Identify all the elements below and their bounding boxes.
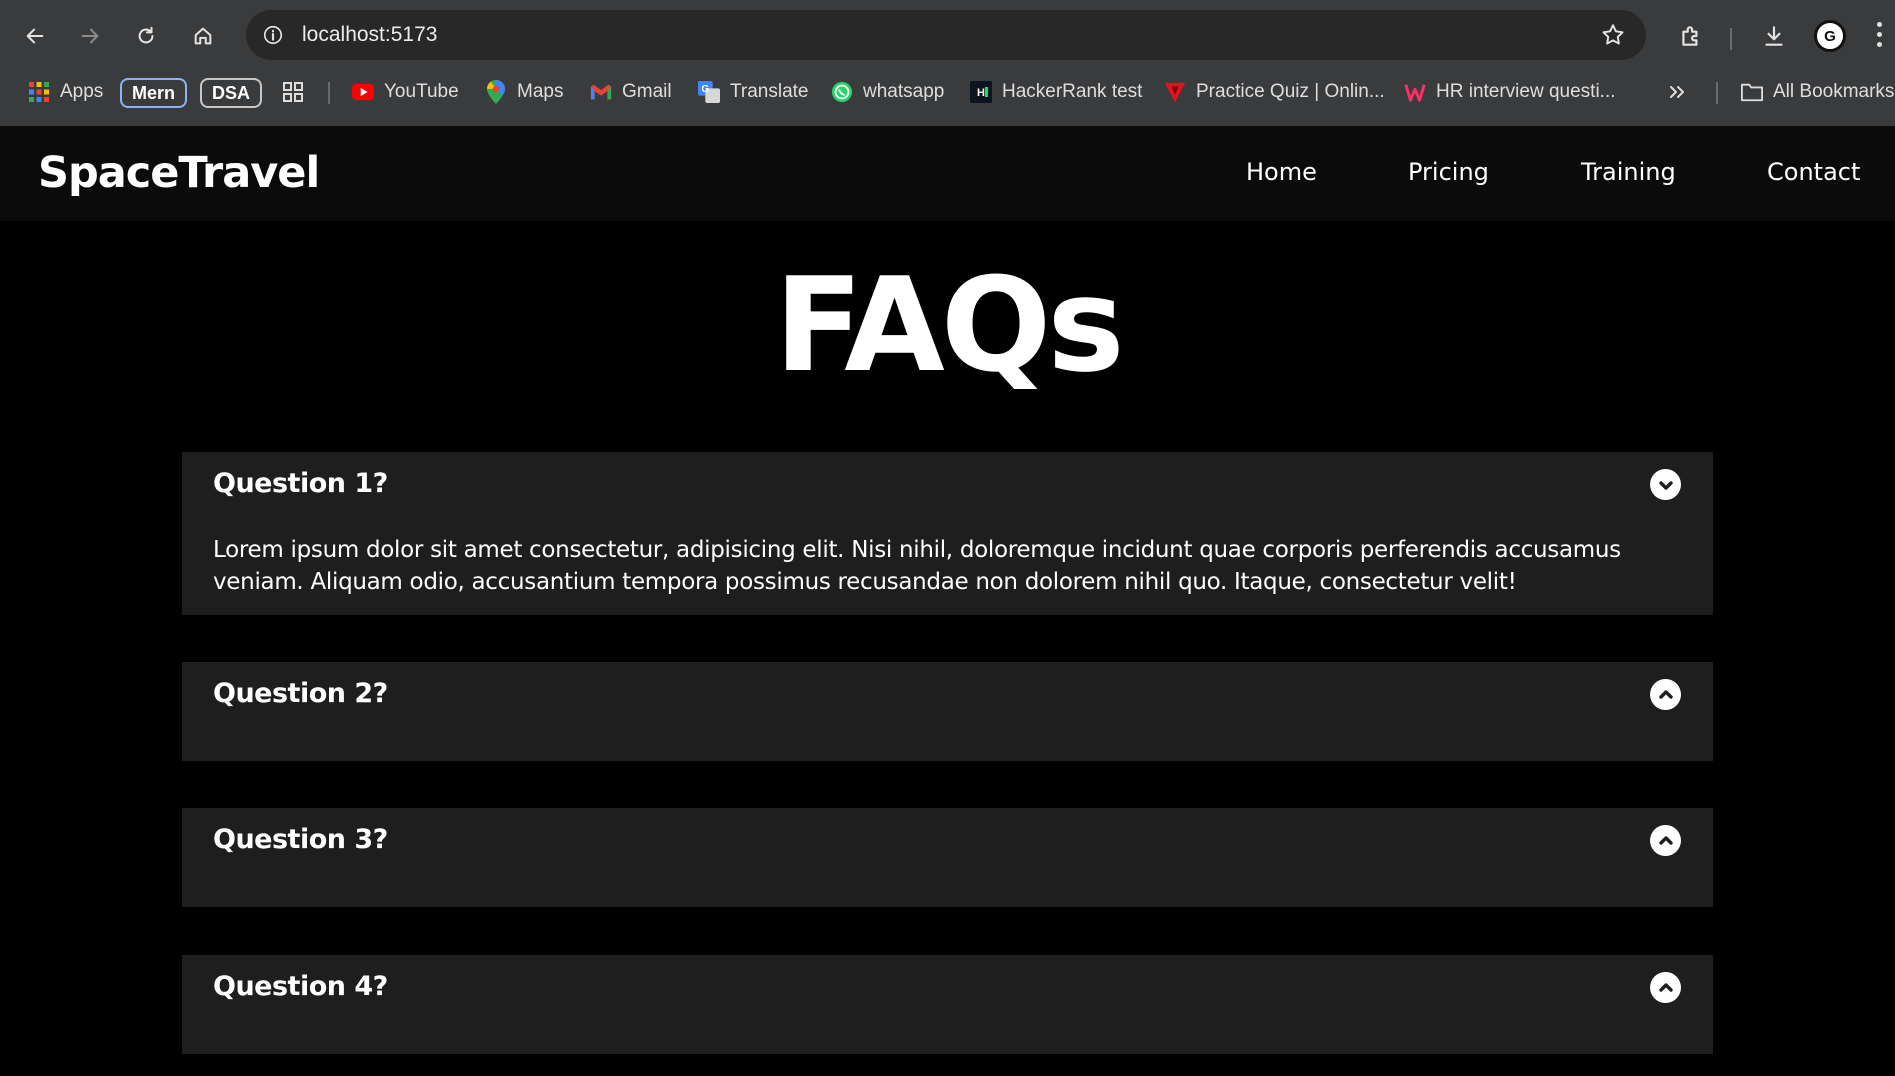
faq-question[interactable]: Question 1?	[213, 468, 388, 499]
nav-link-home[interactable]: Home	[1246, 158, 1317, 186]
brand-logo[interactable]: SpaceTravel	[38, 148, 320, 198]
chevron-up-icon[interactable]	[1650, 972, 1681, 1003]
toolbar-divider	[1730, 28, 1732, 50]
chevron-up-icon[interactable]	[1650, 679, 1681, 710]
bookmark-all-bookmarks-label: All Bookmarks	[1773, 81, 1895, 102]
download-icon[interactable]	[1758, 20, 1790, 52]
chevron-down-icon[interactable]	[1650, 469, 1681, 500]
bookmark-apps[interactable]: Apps	[28, 76, 103, 108]
chevron-up-icon[interactable]	[1650, 825, 1681, 856]
bookmark-hr-interview-label: HR interview questi...	[1436, 81, 1616, 102]
browser-menu-icon[interactable]	[1874, 22, 1884, 52]
faq-item-2[interactable]: Question 2?	[182, 662, 1713, 761]
arrow-left-icon	[26, 28, 44, 44]
arrow-right-icon	[81, 28, 99, 44]
bookmark-hackerrank[interactable]: H HackerRank test	[970, 76, 1142, 108]
page-title: FAQs	[774, 249, 1124, 401]
bookmark-folder-mern[interactable]: Mern	[120, 78, 188, 108]
faq-item-4[interactable]: Question 4?	[182, 955, 1713, 1054]
faq-question[interactable]: Question 3?	[213, 824, 388, 855]
tab-groups-icon[interactable]	[282, 76, 304, 108]
bookmark-whatsapp-label: whatsapp	[863, 81, 945, 102]
more-bookmarks-icon[interactable]	[1668, 76, 1686, 108]
bookmark-folder-dsa[interactable]: DSA	[200, 78, 263, 108]
bookmark-whatsapp[interactable]: whatsapp	[831, 76, 944, 108]
reload-button[interactable]	[128, 18, 164, 54]
bookmark-star-icon[interactable]	[1600, 22, 1626, 48]
bookmark-practice-quiz[interactable]: Practice Quiz | Onlin...	[1164, 76, 1385, 108]
bookmark-dsa-label: DSA	[212, 82, 251, 103]
bookmark-youtube-label: YouTube	[384, 81, 459, 102]
bookmark-practice-quiz-label: Practice Quiz | Onlin...	[1196, 81, 1385, 102]
bookmark-hackerrank-label: HackerRank test	[1002, 81, 1143, 102]
faq-question[interactable]: Question 4?	[213, 971, 388, 1002]
profile-avatar[interactable]: G	[1814, 20, 1846, 52]
bookmark-translate[interactable]: G Translate	[698, 76, 809, 108]
bookmark-translate-label: Translate	[730, 81, 809, 102]
home-icon	[194, 27, 212, 45]
bookmark-gmail[interactable]: Gmail	[590, 76, 672, 108]
youtube-icon	[352, 81, 374, 103]
browser-toolbar: localhost:5173 G	[0, 8, 1895, 62]
bookmark-maps-label: Maps	[517, 81, 564, 102]
bookmarks-divider-2	[1716, 82, 1718, 104]
bookmark-apps-label: Apps	[60, 81, 104, 102]
address-bar[interactable]: localhost:5173	[246, 10, 1646, 60]
bookmarks-bar: Apps Mern DSA YouTube Maps Gmail G Trans…	[0, 72, 1895, 112]
bookmarks-divider	[328, 82, 330, 104]
faq-answer: Lorem ipsum dolor sit amet consectetur, …	[213, 537, 1621, 595]
home-button[interactable]	[185, 18, 221, 54]
faq-question[interactable]: Question 2?	[213, 678, 388, 709]
extensions-icon[interactable]	[1675, 20, 1707, 52]
hr-interview-icon	[1404, 81, 1426, 103]
site-info-icon[interactable]	[260, 22, 286, 48]
profile-initials: G	[1824, 27, 1836, 45]
bookmark-maps[interactable]: Maps	[485, 76, 563, 108]
bookmark-youtube[interactable]: YouTube	[352, 76, 459, 108]
translate-icon: G	[698, 81, 720, 103]
faq-item-3[interactable]: Question 3?	[182, 808, 1713, 907]
svg-text:G: G	[701, 84, 709, 95]
bookmark-gmail-label: Gmail	[622, 81, 672, 102]
svg-text:H: H	[977, 87, 985, 99]
nav-link-training[interactable]: Training	[1581, 158, 1676, 186]
nav-link-contact[interactable]: Contact	[1767, 158, 1860, 186]
hackerrank-icon: H	[970, 81, 992, 103]
whatsapp-icon	[831, 81, 853, 103]
url-text[interactable]: localhost:5173	[302, 23, 437, 47]
bookmark-mern-label: Mern	[132, 82, 176, 103]
back-button[interactable]	[17, 18, 53, 54]
reload-icon	[138, 26, 154, 44]
maps-pin-icon	[485, 80, 507, 104]
faq-item-1[interactable]: Question 1? Lorem ipsum dolor sit amet c…	[182, 452, 1713, 615]
forward-button[interactable]	[72, 18, 108, 54]
bookmark-hr-interview[interactable]: HR interview questi...	[1404, 76, 1616, 108]
site-header: SpaceTravel Home Pricing Training Contac…	[0, 126, 1895, 221]
apps-grid-icon	[28, 81, 50, 103]
folder-icon	[1741, 81, 1763, 103]
gmail-icon	[590, 81, 612, 103]
nav-link-pricing[interactable]: Pricing	[1408, 158, 1489, 186]
practice-quiz-icon	[1164, 81, 1186, 103]
bookmark-all-bookmarks[interactable]: All Bookmarks	[1741, 76, 1894, 108]
browser-chrome: localhost:5173 G Apps Mern DSA YouTube M…	[0, 0, 1895, 126]
